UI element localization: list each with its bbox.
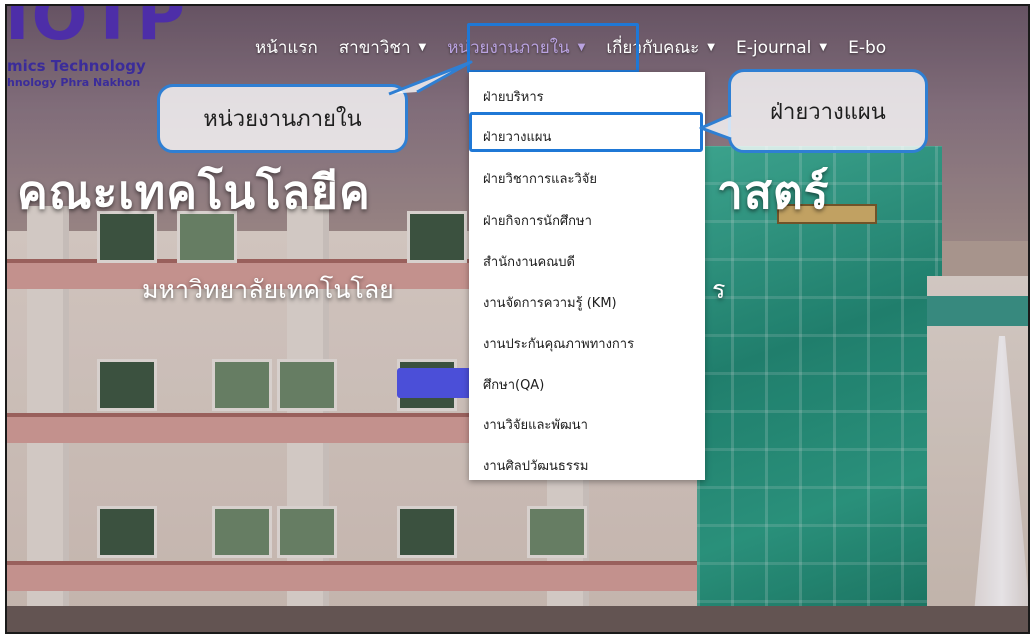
nav-item-label: E-bo <box>848 37 887 58</box>
chevron-down-icon: ▼ <box>819 42 828 53</box>
hero-subtitle-end: ร <box>712 275 726 304</box>
dropdown-item[interactable]: งานวิจัยและพัฒนา <box>483 414 588 435</box>
hero-title-end: าสตร์ <box>717 165 830 219</box>
callout-planning: ฝ่ายวางแผน <box>728 69 928 153</box>
callout-internal-units: หน่วยงานภายใน <box>157 84 408 153</box>
hero-subtitle: มหาวิทยาลัยเทคโนโลย <box>142 275 394 304</box>
site-logo[interactable]: IOTP <box>7 6 187 55</box>
annotation-box-nav-active <box>467 23 639 73</box>
annotation-box-dropdown-highlight <box>469 112 703 152</box>
chevron-down-icon: ▼ <box>418 42 427 53</box>
callout-tail-right <box>699 113 732 141</box>
hero-action-button[interactable] <box>397 368 477 398</box>
callout-tail-left <box>388 60 473 96</box>
nav-item-label: สาขาวิชา <box>338 38 411 58</box>
nav-item-label: E-journal <box>736 37 812 58</box>
callout-label: ฝ่ายวางแผน <box>770 99 886 125</box>
dropdown-item[interactable]: ฝ่ายกิจการนักศึกษา <box>483 210 592 231</box>
nav-item-majors[interactable]: สาขาวิชา ▼ <box>339 34 426 61</box>
dropdown-item[interactable]: สำนักงานคณบดี <box>483 251 575 272</box>
dropdown-item[interactable]: งานศิลปวัฒนธรรม <box>483 455 588 476</box>
hero-title: คณะเทคโนโลยีค <box>17 165 371 219</box>
nav-item-label: หน้าแรก <box>255 38 318 58</box>
dropdown-item[interactable]: งานประกันคุณภาพทางการ <box>483 333 634 354</box>
callout-label: หน่วยงานภายใน <box>203 107 362 132</box>
dropdown-item[interactable]: ฝ่ายบริหาร <box>483 86 544 107</box>
screenshot-frame: IOTP mics Technology hnology Phra Nakhon… <box>5 4 1030 634</box>
nav-item-ejournal[interactable]: E-journal ▼ <box>736 38 827 58</box>
logo-text-line2: hnology Phra Nakhon <box>7 76 141 89</box>
logo-text-line1: mics Technology <box>7 57 146 75</box>
nav-item-home[interactable]: หน้าแรก <box>255 34 318 61</box>
nav-item-ebook[interactable]: E-bo <box>848 38 886 58</box>
dropdown-item-continued[interactable]: ศึกษา(QA) <box>483 374 544 395</box>
dropdown-item[interactable]: ฝ่ายวิชาการและวิจัย <box>483 168 597 189</box>
dropdown-item[interactable]: งานจัดการความรู้ (KM) <box>483 292 617 313</box>
chevron-down-icon: ▼ <box>707 42 715 53</box>
